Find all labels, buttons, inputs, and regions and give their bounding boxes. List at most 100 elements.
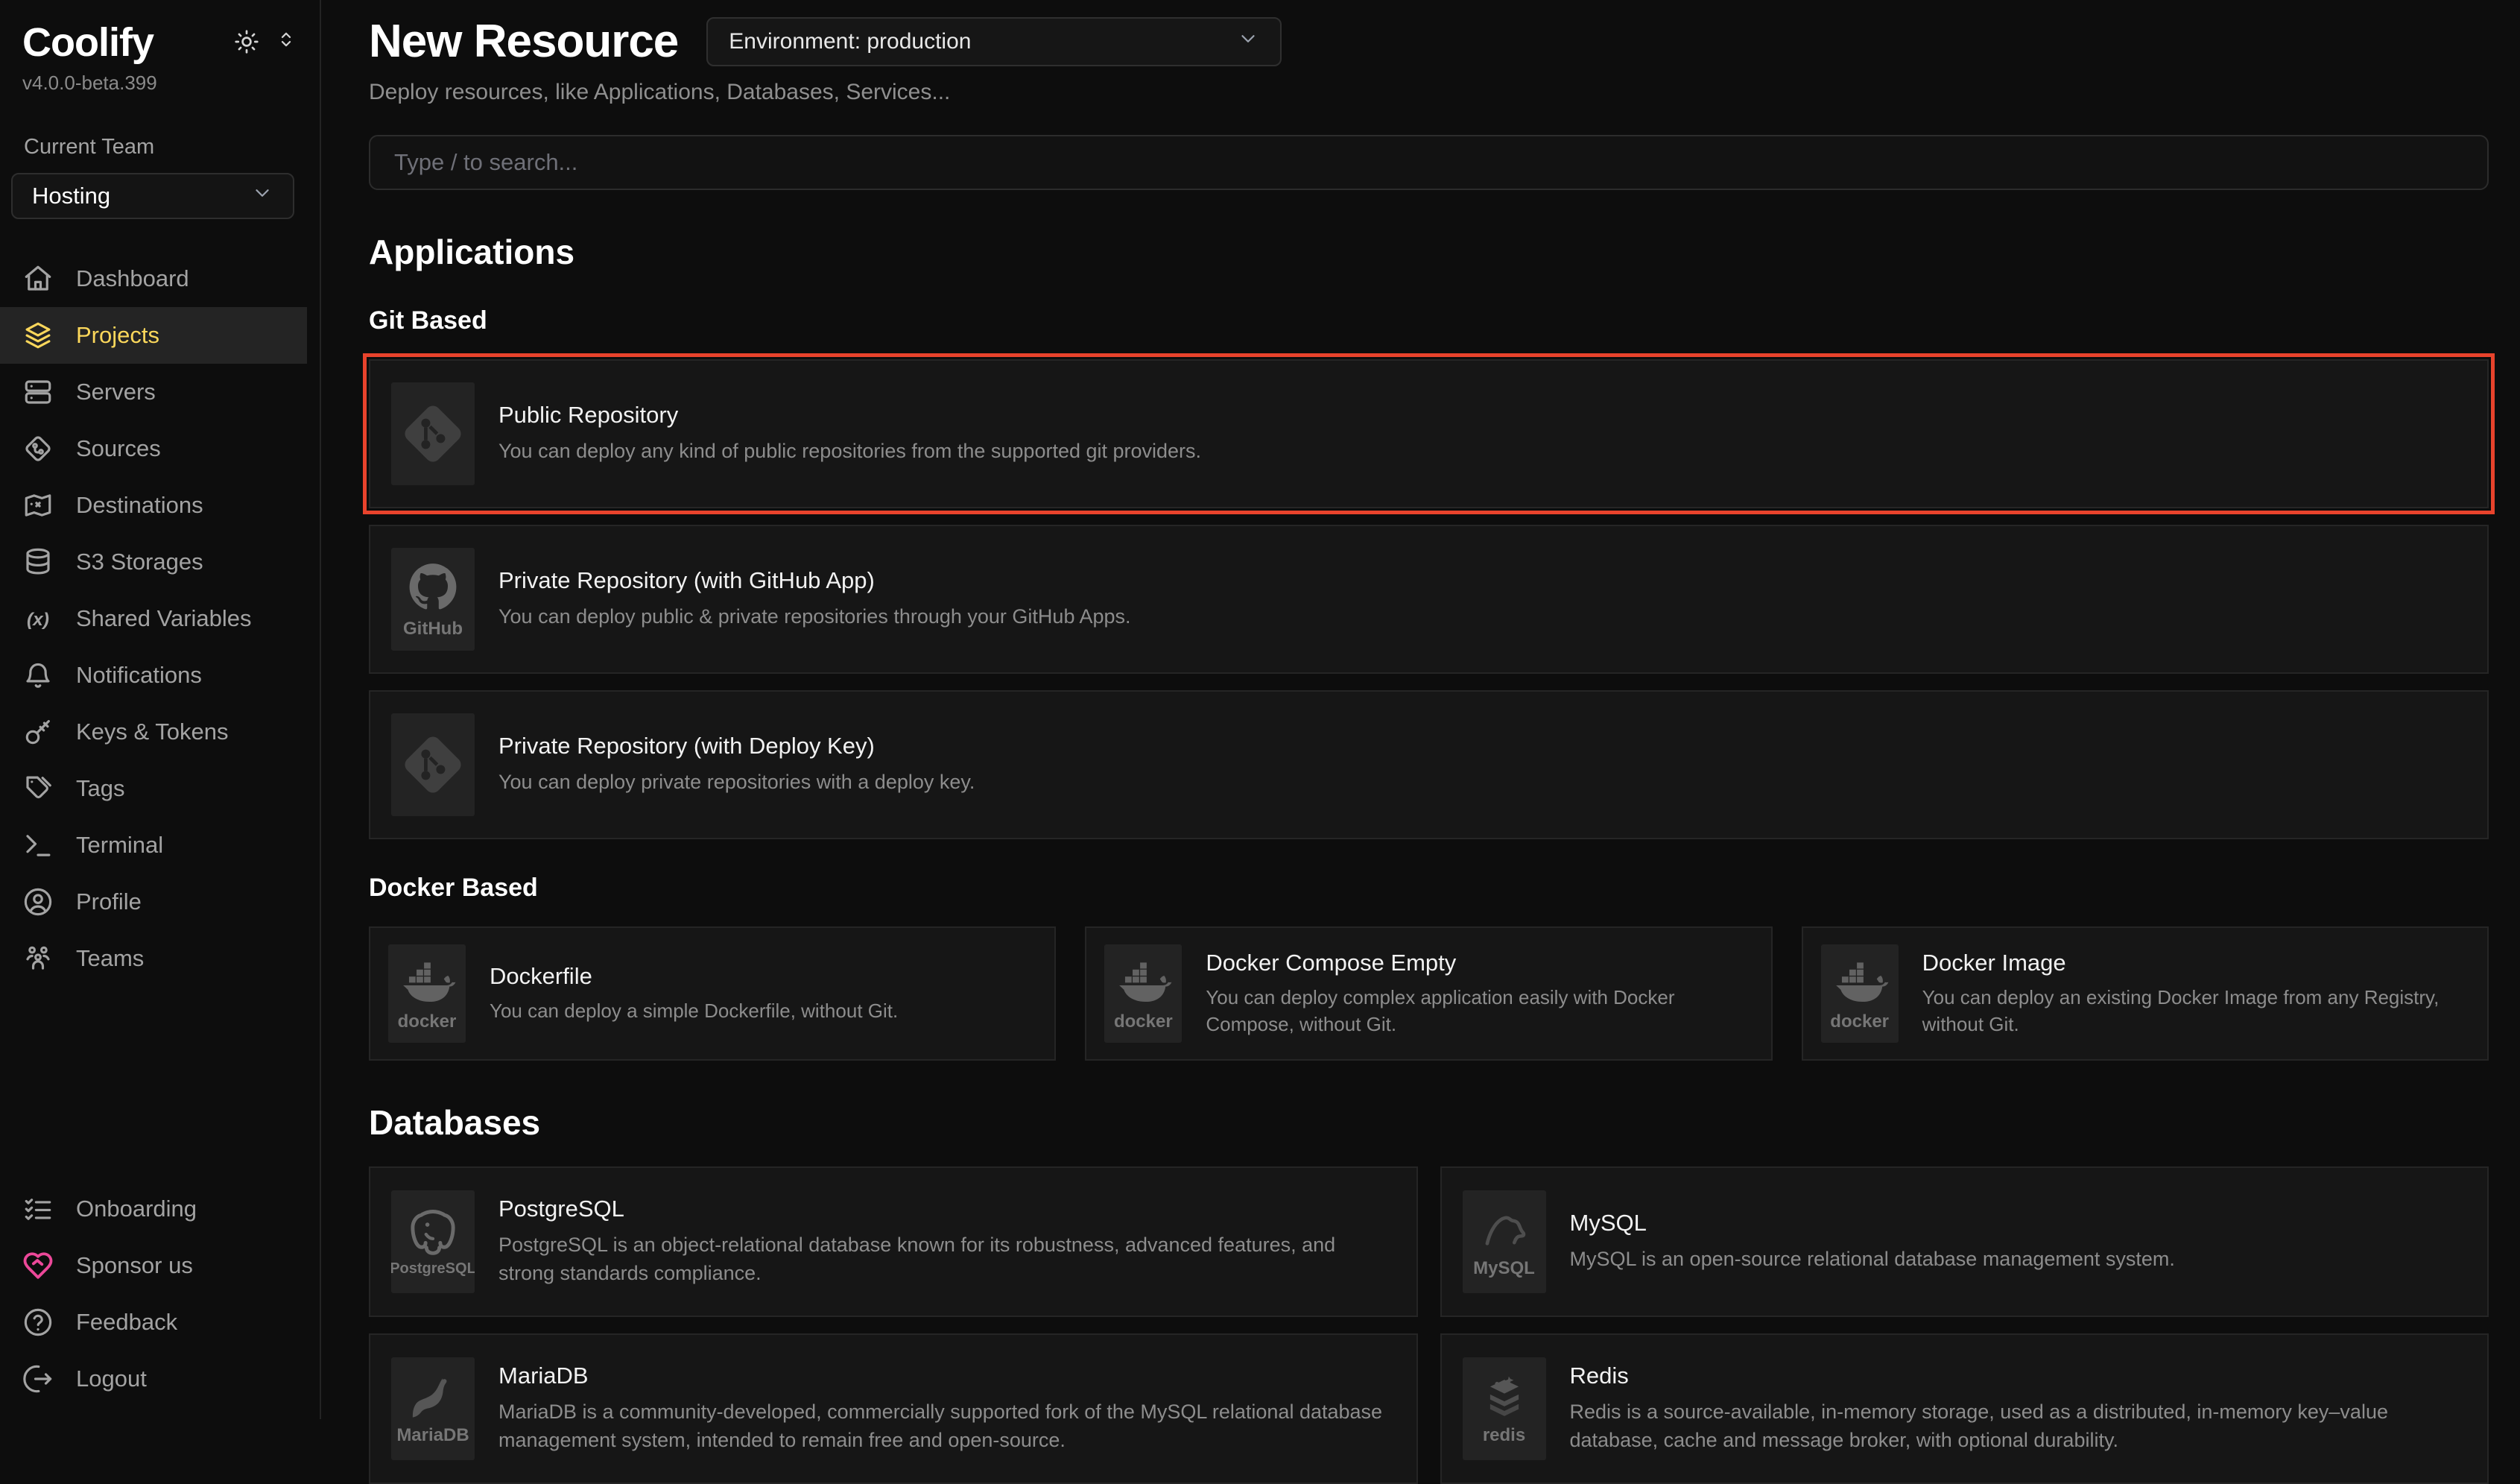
- bell-icon: [22, 660, 54, 691]
- main-content: New Resource Environment: production Dep…: [323, 0, 2520, 1419]
- sidebar-item-label: Projects: [76, 322, 159, 349]
- github-caption: GitHub: [403, 619, 463, 640]
- card-dockerfile[interactable]: docker Dockerfile You can deploy a simpl…: [369, 926, 1056, 1061]
- map-icon: [22, 490, 54, 521]
- environment-select[interactable]: Environment: production: [706, 17, 1282, 66]
- sidebar-item-label: Dashboard: [76, 265, 189, 292]
- sidebar-item-terminal[interactable]: Terminal: [0, 817, 307, 874]
- sidebar-item-label: S3 Storages: [76, 549, 203, 575]
- sun-icon[interactable]: [233, 28, 260, 59]
- postgresql-caption: PostgreSQL: [391, 1260, 475, 1278]
- environment-select-value: Environment: production: [729, 29, 971, 54]
- sidebar-item-label: Tags: [76, 775, 124, 802]
- card-title: Private Repository (with GitHub App): [498, 567, 1131, 594]
- user-circle-icon: [22, 886, 54, 918]
- heart-hands-icon: [22, 1250, 54, 1281]
- current-team-label: Current Team: [24, 135, 297, 160]
- sidebar-item-tags[interactable]: Tags: [0, 760, 307, 817]
- git-logo-icon: [391, 382, 475, 485]
- section-title-applications: Applications: [369, 232, 2489, 272]
- card-title: MariaDB: [498, 1363, 1396, 1389]
- postgresql-logo-icon: PostgreSQL: [391, 1190, 475, 1293]
- card-redis[interactable]: redis Redis Redis is a source-available,…: [1440, 1333, 2489, 1484]
- card-title: PostgreSQL: [498, 1196, 1396, 1222]
- terminal-icon: [22, 830, 54, 861]
- card-description: You can deploy an existing Docker Image …: [1922, 984, 2469, 1038]
- card-description: MariaDB is a community-developed, commer…: [498, 1398, 1396, 1455]
- sidebar-item-keys-tokens[interactable]: Keys & Tokens: [0, 704, 307, 760]
- card-description: PostgreSQL is an object-relational datab…: [498, 1231, 1396, 1288]
- sidebar-item-onboarding[interactable]: Onboarding: [0, 1181, 307, 1237]
- server-icon: [22, 376, 54, 408]
- chevrons-up-down-icon[interactable]: [275, 28, 297, 59]
- sidebar-item-label: Sources: [76, 435, 161, 462]
- sidebar-item-destinations[interactable]: Destinations: [0, 477, 307, 534]
- card-title: Public Repository: [498, 402, 1201, 429]
- home-icon: [22, 263, 54, 294]
- git-logo-icon: [391, 713, 475, 816]
- sidebar-item-label: Terminal: [76, 832, 163, 859]
- card-title: Redis: [1570, 1363, 2467, 1389]
- card-mariadb[interactable]: MariaDB MariaDB MariaDB is a community-d…: [369, 1333, 1418, 1484]
- sidebar-item-label: Shared Variables: [76, 605, 252, 632]
- sidebar-item-servers[interactable]: Servers: [0, 364, 307, 420]
- sidebar-item-label: Servers: [76, 379, 156, 405]
- sidebar-item-logout[interactable]: Logout: [0, 1351, 307, 1407]
- card-description: MySQL is an open-source relational datab…: [1570, 1245, 2175, 1274]
- app-logo: Coolify: [22, 19, 153, 66]
- sidebar-item-sponsor-us[interactable]: Sponsor us: [0, 1237, 307, 1294]
- card-description: Redis is a source-available, in-memory s…: [1570, 1398, 2467, 1455]
- team-select[interactable]: Hosting: [11, 173, 294, 219]
- card-postgresql[interactable]: PostgreSQL PostgreSQL PostgreSQL is an o…: [369, 1166, 1418, 1317]
- card-description: You can deploy public & private reposito…: [498, 603, 1131, 631]
- sidebar-item-label: Sponsor us: [76, 1252, 193, 1279]
- sidebar-item-s3-storages[interactable]: S3 Storages: [0, 534, 307, 590]
- sidebar-item-shared-variables[interactable]: (x) Shared Variables: [0, 590, 307, 647]
- variables-icon: (x): [22, 603, 54, 634]
- mysql-logo-icon: MySQL: [1463, 1190, 1546, 1293]
- card-public-repository[interactable]: Public Repository You can deploy any kin…: [369, 359, 2489, 508]
- sidebar-item-teams[interactable]: Teams: [0, 930, 307, 987]
- subsection-title-docker-based: Docker Based: [369, 874, 2489, 903]
- sidebar-item-label: Profile: [76, 888, 142, 915]
- sidebar-footer-nav: Onboarding Sponsor us Feedback Logout: [0, 1181, 320, 1407]
- card-description: You can deploy private repositories with…: [498, 768, 975, 797]
- card-description: You can deploy any kind of public reposi…: [498, 438, 1201, 466]
- sidebar-item-label: Onboarding: [76, 1196, 197, 1222]
- sidebar-item-projects[interactable]: Projects: [0, 307, 307, 364]
- sidebar-item-label: Teams: [76, 945, 144, 972]
- sidebar-item-notifications[interactable]: Notifications: [0, 647, 307, 704]
- card-description: You can deploy complex application easil…: [1206, 984, 1753, 1038]
- redis-logo-icon: redis: [1463, 1357, 1546, 1460]
- card-description: You can deploy a simple Dockerfile, with…: [490, 997, 898, 1024]
- sidebar-item-dashboard[interactable]: Dashboard: [0, 250, 307, 307]
- search-input[interactable]: [369, 135, 2489, 190]
- card-private-repository-github-app[interactable]: GitHub Private Repository (with GitHub A…: [369, 525, 2489, 674]
- docker-logo-icon: docker: [1104, 944, 1182, 1043]
- help-circle-icon: [22, 1307, 54, 1338]
- card-title: Docker Image: [1922, 950, 2469, 976]
- sidebar-item-profile[interactable]: Profile: [0, 874, 307, 930]
- card-docker-compose-empty[interactable]: docker Docker Compose Empty You can depl…: [1085, 926, 1772, 1061]
- key-icon: [22, 716, 54, 748]
- docker-caption: docker: [1114, 1011, 1173, 1032]
- layers-icon: [22, 320, 54, 351]
- sidebar: Coolify v4.0.0-beta.399 Current Team Hos…: [0, 0, 321, 1419]
- tags-icon: [22, 773, 54, 804]
- chevron-down-icon: [251, 182, 273, 210]
- sidebar-item-feedback[interactable]: Feedback: [0, 1294, 307, 1351]
- logout-icon: [22, 1363, 54, 1395]
- mariadb-caption: MariaDB: [396, 1425, 469, 1446]
- sidebar-item-sources[interactable]: Sources: [0, 420, 307, 477]
- mariadb-logo-icon: MariaDB: [391, 1357, 475, 1460]
- team-select-value: Hosting: [32, 183, 110, 209]
- page-subtitle: Deploy resources, like Applications, Dat…: [369, 80, 2489, 105]
- card-title: Private Repository (with Deploy Key): [498, 733, 975, 760]
- page-title: New Resource: [369, 15, 678, 68]
- card-title: Docker Compose Empty: [1206, 950, 1753, 976]
- card-docker-image[interactable]: docker Docker Image You can deploy an ex…: [1802, 926, 2489, 1061]
- card-private-repository-deploy-key[interactable]: Private Repository (with Deploy Key) You…: [369, 690, 2489, 839]
- docker-caption: docker: [1830, 1011, 1889, 1032]
- chevron-down-icon: [1237, 28, 1259, 56]
- card-mysql[interactable]: MySQL MySQL MySQL is an open-source rela…: [1440, 1166, 2489, 1317]
